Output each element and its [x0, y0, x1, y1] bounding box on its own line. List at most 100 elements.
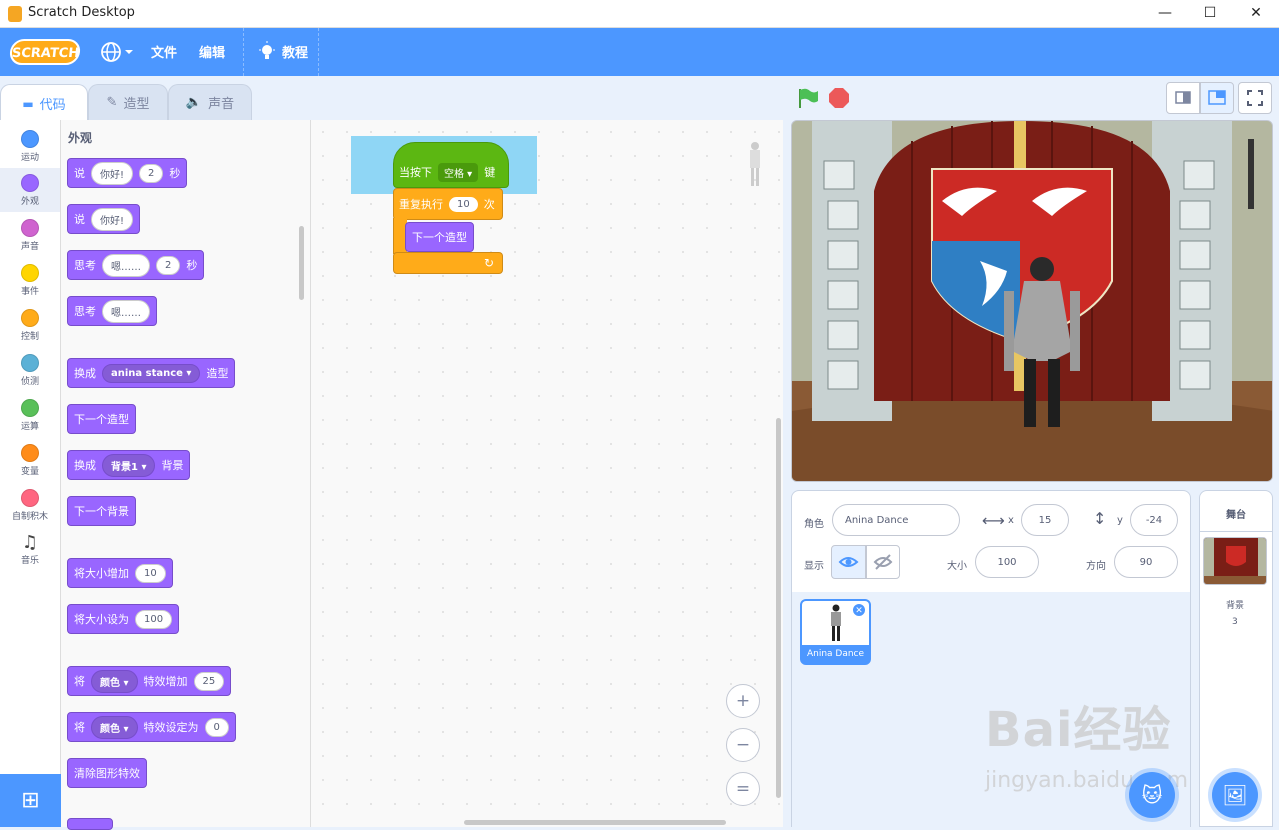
- minimize-button[interactable]: —: [1145, 2, 1185, 24]
- block-input[interactable]: 2: [156, 255, 181, 275]
- block-text: 思考: [74, 305, 96, 318]
- repeat-count-input[interactable]: 10: [449, 196, 478, 212]
- dropdown-value: 背景1: [111, 461, 138, 473]
- dropdown-value: 颜色: [100, 723, 120, 735]
- script-vertical-scrollbar[interactable]: [776, 418, 781, 798]
- category-my-blocks[interactable]: 自制积木: [0, 483, 60, 527]
- block-input[interactable]: 嗯……: [102, 299, 150, 323]
- block-next-costume[interactable]: 下一个造型: [67, 404, 136, 434]
- script-horizontal-scrollbar[interactable]: [464, 820, 726, 825]
- category-music[interactable]: ♫ 音乐: [0, 528, 60, 572]
- effect-dropdown[interactable]: 颜色 ▾: [91, 669, 138, 693]
- globe-icon[interactable]: [100, 40, 136, 68]
- category-label: 侦测: [20, 377, 39, 387]
- palette-scrollbar[interactable]: [299, 226, 304, 300]
- tab-sounds[interactable]: 🔈 声音: [168, 84, 252, 120]
- tab-code[interactable]: ▬ 代码: [0, 84, 88, 122]
- block-change-effect[interactable]: 将 颜色 ▾ 特效增加 25: [67, 666, 232, 696]
- category-label: 控制: [20, 332, 39, 342]
- backdrop-dropdown[interactable]: 背景1 ▾: [102, 453, 156, 477]
- lightbulb-icon: [258, 41, 276, 65]
- hide-sprite-button[interactable]: [866, 545, 900, 579]
- maximize-button[interactable]: ☐: [1190, 2, 1230, 24]
- menu-tutorials[interactable]: 教程: [282, 42, 308, 61]
- add-extension-icon: ⊞: [21, 788, 40, 813]
- dropdown-value: 空格: [444, 168, 464, 180]
- block-say[interactable]: 说 你好!: [67, 204, 141, 234]
- category-operators[interactable]: 运算: [0, 393, 60, 437]
- x-position-input[interactable]: 15: [1021, 504, 1069, 536]
- block-think[interactable]: 思考 嗯……: [67, 296, 157, 326]
- category-events[interactable]: 事件: [0, 258, 60, 302]
- block-set-effect[interactable]: 将 颜色 ▾ 特效设定为 0: [67, 712, 236, 742]
- menu-file[interactable]: 文件: [151, 42, 177, 61]
- normal-stage-button[interactable]: [1200, 82, 1234, 114]
- block-text: 特效增加: [143, 675, 188, 688]
- block-switch-backdrop[interactable]: 换成 背景1 ▾ 背景: [67, 450, 191, 480]
- size-input[interactable]: 100: [975, 546, 1039, 578]
- x-label: x: [1008, 515, 1014, 526]
- show-sprite-button[interactable]: [831, 545, 866, 579]
- block-change-size[interactable]: 将大小增加 10: [67, 558, 173, 588]
- choose-sprite-button[interactable]: 🐱: [1129, 772, 1175, 818]
- menu-bar: SCRATCH 文件 编辑 教程: [0, 28, 1279, 76]
- block-input[interactable]: 25: [193, 671, 225, 691]
- block-clear-effects[interactable]: 清除图形特效: [67, 758, 147, 788]
- category-control[interactable]: 控制: [0, 303, 60, 347]
- delete-sprite-icon[interactable]: ✕: [852, 603, 866, 617]
- sprite-name-input[interactable]: Anina Dance: [832, 504, 960, 536]
- y-position-input[interactable]: -24: [1130, 504, 1178, 536]
- block-partial[interactable]: [67, 818, 113, 830]
- menu-edit[interactable]: 编辑: [199, 42, 225, 61]
- block-set-size[interactable]: 将大小设为 100: [67, 604, 180, 634]
- category-looks[interactable]: 外观: [0, 168, 60, 212]
- choose-backdrop-button[interactable]: 🖼: [1212, 772, 1258, 818]
- block-text: 思考: [74, 259, 96, 272]
- repeat-block[interactable]: 重复执行 10 次: [393, 190, 501, 218]
- window-title-bar: Scratch Desktop — ☐ ✕: [0, 0, 1279, 28]
- stage-canvas[interactable]: [791, 120, 1273, 482]
- stage-thumbnail[interactable]: [1203, 537, 1267, 585]
- key-dropdown[interactable]: 空格 ▾: [438, 162, 479, 182]
- tab-costumes[interactable]: ✎ 造型: [88, 84, 168, 120]
- scratch-logo[interactable]: SCRATCH: [8, 39, 82, 65]
- block-say-for-secs[interactable]: 说 你好! 2 秒: [67, 158, 188, 188]
- fullscreen-button[interactable]: [1238, 82, 1272, 114]
- stop-icon[interactable]: [828, 87, 850, 113]
- close-button[interactable]: ✕: [1236, 2, 1276, 24]
- zoom-reset-button[interactable]: =: [726, 772, 760, 806]
- small-stage-button[interactable]: [1166, 82, 1200, 114]
- next-costume-block[interactable]: 下一个造型: [405, 222, 474, 252]
- tab-sounds-label: 声音: [208, 97, 235, 112]
- category-sensing[interactable]: 侦测: [0, 348, 60, 392]
- zoom-in-button[interactable]: +: [726, 684, 760, 718]
- script-area[interactable]: [311, 120, 783, 827]
- block-input[interactable]: 10: [135, 563, 166, 583]
- loop-arrow-icon: ↻: [484, 256, 495, 270]
- x-position-icon: ⟷: [982, 511, 1005, 530]
- costume-dropdown[interactable]: anina stance ▾: [102, 363, 201, 383]
- direction-input[interactable]: 90: [1114, 546, 1178, 578]
- category-label: 变量: [20, 467, 39, 477]
- watermark-logo: Bai经验: [985, 702, 1172, 758]
- category-sound[interactable]: 声音: [0, 213, 60, 257]
- block-text: 下一个背景: [74, 505, 129, 518]
- block-input[interactable]: 2: [139, 163, 164, 183]
- block-input[interactable]: 0: [204, 717, 229, 737]
- category-label: 自制积木: [11, 512, 48, 522]
- block-input[interactable]: 100: [135, 609, 173, 629]
- block-input[interactable]: 嗯……: [102, 253, 150, 277]
- when-key-pressed-block[interactable]: 当按下 空格 ▾ 键: [393, 158, 501, 186]
- speaker-icon: 🔈: [185, 95, 203, 110]
- effect-dropdown[interactable]: 颜色 ▾: [91, 715, 138, 739]
- block-input[interactable]: 你好!: [91, 161, 134, 185]
- block-next-backdrop[interactable]: 下一个背景: [67, 496, 136, 526]
- block-input[interactable]: 你好!: [91, 207, 134, 231]
- zoom-out-button[interactable]: −: [726, 728, 760, 762]
- category-variables[interactable]: 变量: [0, 438, 60, 482]
- green-flag-icon[interactable]: [796, 86, 820, 114]
- block-think-for-secs[interactable]: 思考 嗯…… 2 秒: [67, 250, 205, 280]
- category-motion[interactable]: 运动: [0, 124, 60, 168]
- block-switch-costume[interactable]: 换成 anina stance ▾ 造型: [67, 358, 236, 388]
- add-extension-button[interactable]: ⊞: [0, 774, 61, 827]
